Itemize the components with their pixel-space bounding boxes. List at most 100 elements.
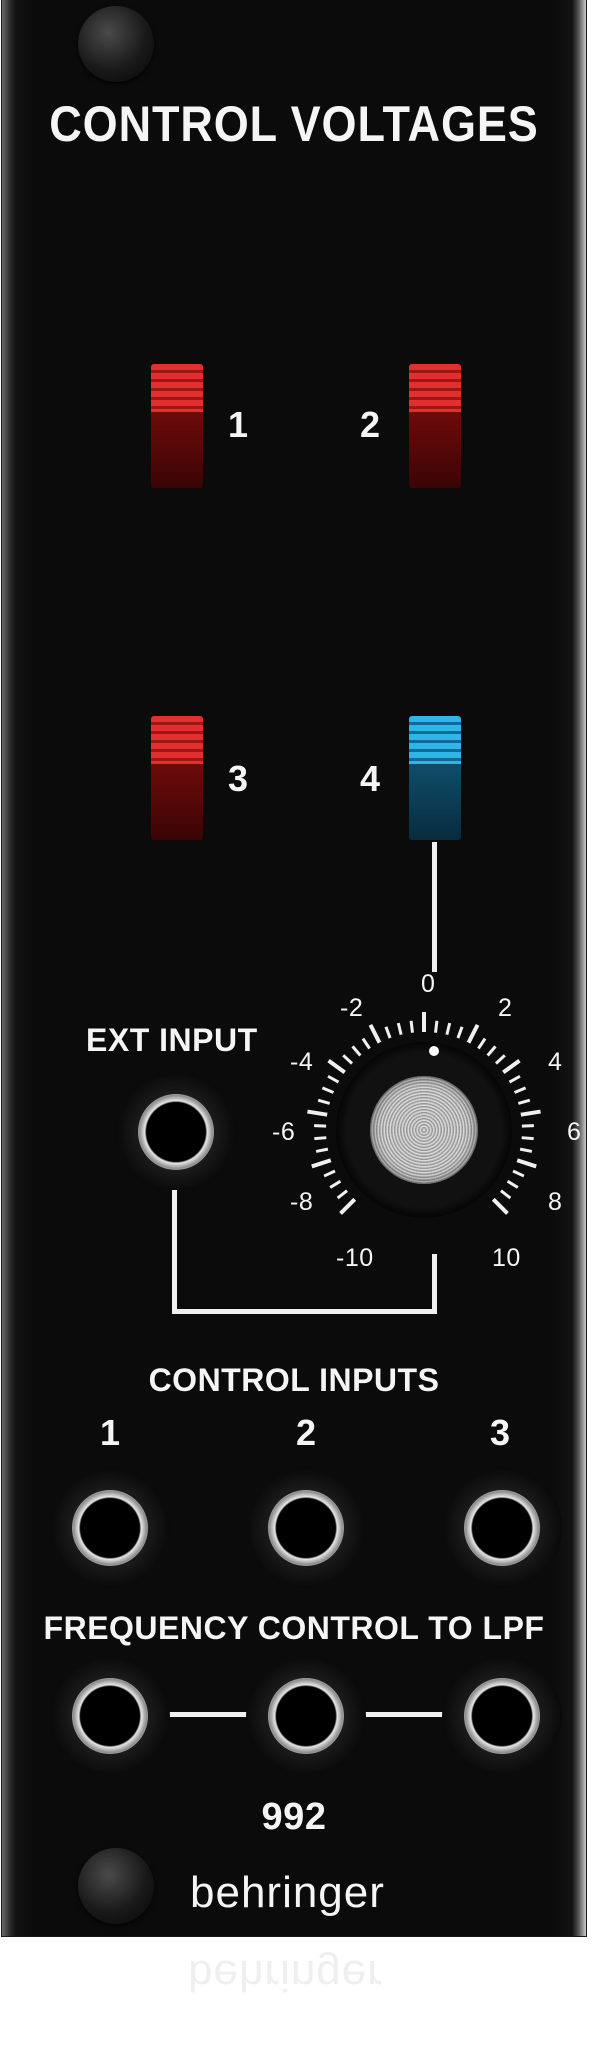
dial-major-tick (307, 1109, 328, 1117)
dial-major-tick (516, 1158, 537, 1169)
dial-minor-tick (409, 1020, 414, 1033)
ext-input-route-vertical (172, 1190, 177, 1314)
switch-body (151, 764, 203, 840)
switch-cap (409, 364, 461, 416)
control-inputs-label: CONTROL INPUTS (148, 1362, 440, 1398)
control-input-2-label: 2 (296, 1412, 317, 1453)
bottom-mount-screw-icon (78, 1848, 154, 1924)
dial-minor-tick (519, 1147, 533, 1153)
jack-nut (72, 1490, 148, 1566)
switch-4[interactable] (409, 716, 461, 840)
dial-label-minus-2: -2 (340, 994, 364, 1022)
dial-minor-tick (329, 1179, 342, 1189)
dial-minor-tick (321, 1086, 335, 1094)
jack-nut (464, 1490, 540, 1566)
brand-logo: behringer (190, 1868, 385, 1917)
dial-label-2: 2 (498, 994, 513, 1022)
switch-cap (151, 716, 203, 768)
dial-label-minus-4: -4 (290, 1048, 314, 1076)
frequency-control-jack-3[interactable] (442, 1656, 562, 1776)
dial-minor-tick (456, 1026, 464, 1039)
dial-major-tick (327, 1059, 346, 1075)
dial-minor-tick (445, 1022, 452, 1036)
ext-input-label: EXT INPUT (86, 1022, 258, 1058)
dial-label-minus-10: -10 (336, 1244, 374, 1272)
knob-cap (370, 1076, 478, 1184)
jack-link-line-2 (358, 1712, 450, 1717)
frequency-control-jack-2[interactable] (246, 1656, 366, 1776)
dial-minor-tick (384, 1026, 392, 1039)
dial-minor-tick (323, 1169, 336, 1178)
dial-minor-tick (506, 1179, 519, 1189)
switch-1[interactable] (151, 364, 203, 488)
brand-reflection: behringer (188, 1951, 383, 2000)
control-input-2-jack[interactable] (246, 1468, 366, 1588)
jack-nut (72, 1678, 148, 1754)
control-input-3-label: 3 (490, 1412, 511, 1453)
switch-body (409, 764, 461, 840)
dial-minor-tick (500, 1189, 512, 1200)
dial-major-tick (520, 1109, 541, 1117)
control-input-1-label: 1 (100, 1412, 121, 1453)
switch-2-label: 2 (360, 404, 381, 445)
dial-minor-tick (317, 1098, 331, 1105)
dial-minor-tick (512, 1169, 525, 1178)
dial-label-minus-6: -6 (272, 1118, 296, 1146)
control-input-3-jack[interactable] (442, 1468, 562, 1588)
switch-to-dial-line (432, 842, 437, 972)
jack-nut (464, 1678, 540, 1754)
switch-3[interactable] (151, 716, 203, 840)
dial-minor-tick (517, 1098, 531, 1105)
dial-minor-tick (342, 1054, 354, 1065)
jack-link-line-1 (162, 1712, 254, 1717)
module-title: CONTROL VOLTAGES (49, 96, 539, 152)
level-knob[interactable] (336, 1042, 512, 1218)
dial-minor-tick (494, 1054, 506, 1065)
jack-nut (268, 1490, 344, 1566)
switch-2[interactable] (409, 364, 461, 488)
dial-minor-tick (361, 1037, 371, 1050)
ext-input-route-horizontal (172, 1309, 437, 1314)
dial-minor-tick (315, 1147, 329, 1153)
dial-minor-tick (314, 1136, 327, 1141)
dial-major-tick (502, 1059, 521, 1075)
dial-minor-tick (508, 1074, 521, 1084)
dial-minor-tick (327, 1074, 340, 1084)
dial-label-4: 4 (548, 1048, 563, 1076)
dial-major-tick (311, 1158, 332, 1169)
switch-body (409, 412, 461, 488)
control-input-1-jack[interactable] (50, 1468, 170, 1588)
switch-cap (409, 716, 461, 768)
frequency-control-jack-1[interactable] (50, 1656, 170, 1776)
switch-1-label: 1 (228, 404, 249, 445)
dial-minor-tick (351, 1045, 362, 1057)
ext-input-jack[interactable] (116, 1072, 236, 1192)
dial-label-minus-8: -8 (290, 1188, 314, 1216)
dial-minor-tick (434, 1020, 439, 1033)
dial-major-tick (368, 1023, 382, 1044)
jack-nut (268, 1678, 344, 1754)
dial-label-8: 8 (548, 1188, 563, 1216)
dial-major-tick (339, 1197, 357, 1215)
frequency-control-label: FREQUENCY CONTROL TO LPF (43, 1610, 545, 1646)
dial-minor-tick (396, 1022, 403, 1036)
dial-minor-tick (336, 1189, 348, 1200)
dial-minor-tick (521, 1136, 534, 1141)
dial-minor-tick (486, 1045, 497, 1057)
dial-label-10: 10 (492, 1244, 521, 1272)
dial-label-0: 0 (421, 970, 436, 998)
module-panel: CONTROL VOLTAGES 1 2 3 4 EXT INPUT 0 2 4… (2, 0, 586, 1936)
dial-major-tick (491, 1197, 509, 1215)
dial-route-vertical (432, 1254, 437, 1314)
switch-4-label: 4 (360, 758, 381, 799)
dial-minor-tick (477, 1037, 487, 1050)
knob-position-dot (429, 1046, 439, 1056)
model-number: 992 (261, 1796, 327, 1838)
switch-3-label: 3 (228, 758, 249, 799)
dial-label-6: 6 (567, 1118, 582, 1146)
dial-major-tick (466, 1023, 480, 1044)
dial-minor-tick (513, 1086, 527, 1094)
top-mount-screw-icon (78, 6, 154, 82)
switch-body (151, 412, 203, 488)
jack-nut (138, 1094, 214, 1170)
